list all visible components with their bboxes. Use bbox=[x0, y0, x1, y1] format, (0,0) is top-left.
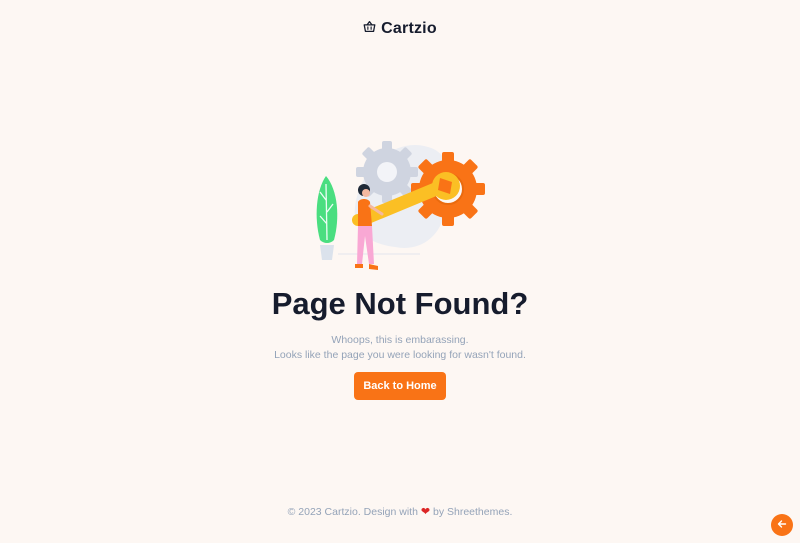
basket-icon bbox=[363, 20, 376, 38]
heart-icon: ❤ bbox=[420, 506, 431, 518]
brand-name: Cartzio bbox=[381, 20, 437, 37]
page-title: Page Not Found? bbox=[271, 286, 529, 321]
plant-icon bbox=[316, 176, 338, 260]
error-message-line-1: Whoops, this is embarassing. bbox=[331, 334, 469, 346]
error-message-line-2: Looks like the page you were looking for… bbox=[274, 349, 526, 361]
maintenance-illustration bbox=[316, 141, 485, 270]
error-message: Whoops, this is embarassing. Looks like … bbox=[0, 333, 800, 363]
site-logo[interactable]: Cartzio bbox=[0, 20, 800, 38]
footer-suffix: by Shreethemes. bbox=[432, 506, 513, 518]
arrow-left-icon bbox=[777, 516, 787, 534]
footer-prefix: © 2023 Cartzio. Design with bbox=[287, 506, 418, 518]
back-to-top-button[interactable] bbox=[771, 514, 793, 536]
back-to-home-button[interactable]: Back to Home bbox=[354, 372, 446, 400]
footer-credit: © 2023 Cartzio. Design with ❤ by Shreeth… bbox=[0, 505, 800, 518]
